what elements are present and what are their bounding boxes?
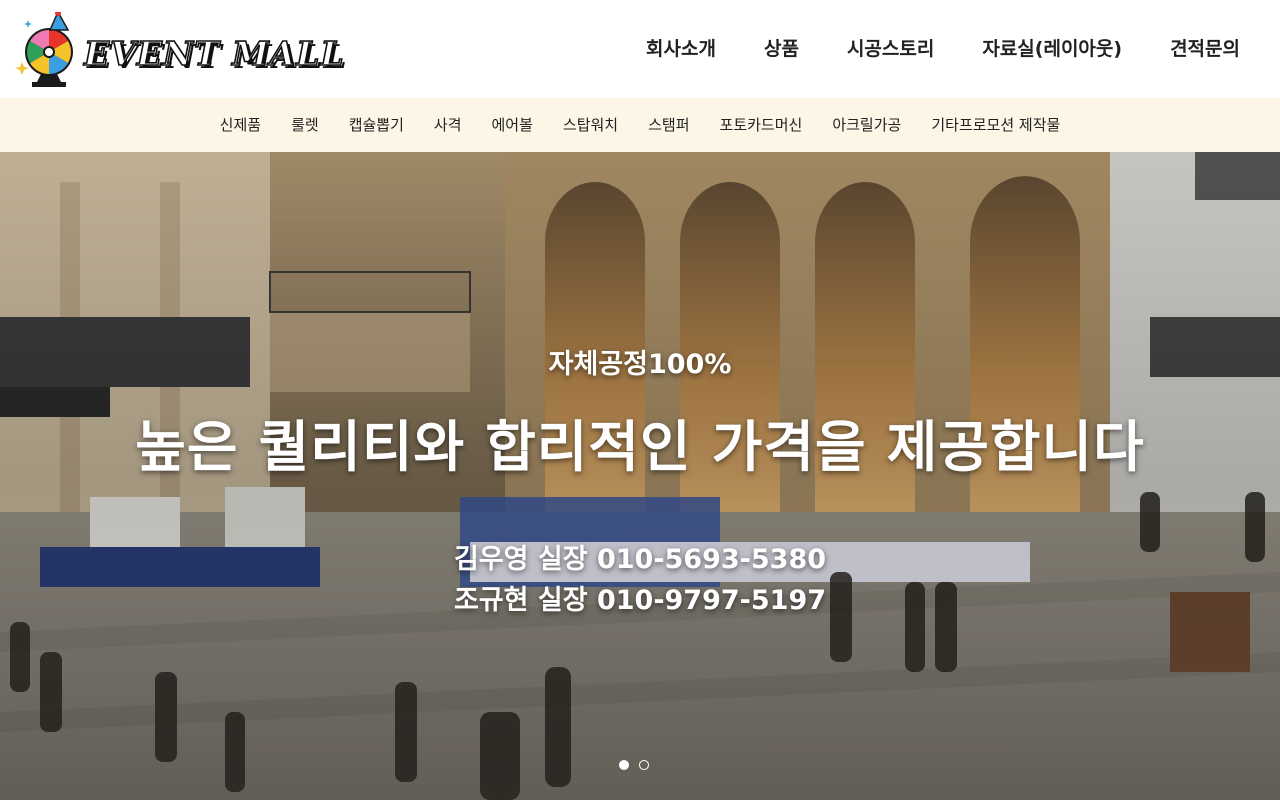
roulette-wheel-icon xyxy=(15,10,73,87)
slider-dot-2[interactable] xyxy=(639,760,649,770)
nav-construction-story[interactable]: 시공스토리 xyxy=(847,36,934,62)
nav-company[interactable]: 회사소개 xyxy=(646,36,716,62)
category-stamper[interactable]: 스탬퍼 xyxy=(648,98,689,152)
slider-pagination xyxy=(619,760,649,770)
category-shooting[interactable]: 사격 xyxy=(434,98,462,152)
category-acrylic[interactable]: 아크릴가공 xyxy=(832,98,901,152)
hero-contact-1: 김우영 실장 010-5693-5380 xyxy=(453,544,827,575)
site-logo[interactable]: EVENT MALL xyxy=(14,10,344,88)
slider-dot-1[interactable] xyxy=(619,760,629,770)
category-air-ball[interactable]: 에어볼 xyxy=(492,98,533,152)
logo-text: EVENT MALL xyxy=(83,33,345,74)
nav-resources[interactable]: 자료실(레이아웃) xyxy=(982,36,1122,62)
hero-subtitle: 자체공정100% xyxy=(548,349,732,380)
main-nav: 회사소개 상품 시공스토리 자료실(레이아웃) 견적문의 xyxy=(646,36,1240,62)
hero-title: 높은 퀄리티와 합리적인 가격을 제공합니다 xyxy=(135,415,1145,479)
category-capsule-machine[interactable]: 캡슐뽑기 xyxy=(349,98,404,152)
nav-products[interactable]: 상품 xyxy=(764,36,799,62)
hero-slider: 자체공정100% 높은 퀄리티와 합리적인 가격을 제공합니다 김우영 실장 0… xyxy=(0,152,1280,800)
category-stopwatch[interactable]: 스탑워치 xyxy=(563,98,618,152)
category-other-promotion[interactable]: 기타프로모션 제작물 xyxy=(931,98,1060,152)
category-photocard-machine[interactable]: 포토카드머신 xyxy=(720,98,803,152)
category-roulette[interactable]: 룰렛 xyxy=(291,98,319,152)
hero-contact-2: 조규현 실장 010-9797-5197 xyxy=(453,585,827,616)
category-new-products[interactable]: 신제품 xyxy=(220,98,261,152)
nav-quote-inquiry[interactable]: 견적문의 xyxy=(1170,36,1240,62)
category-nav: 신제품 룰렛 캡슐뽑기 사격 에어볼 스탑워치 스탬퍼 포토카드머신 아크릴가공… xyxy=(0,98,1280,152)
site-header: EVENT MALL 회사소개 상품 시공스토리 자료실(레이아웃) 견적문의 xyxy=(0,0,1280,98)
